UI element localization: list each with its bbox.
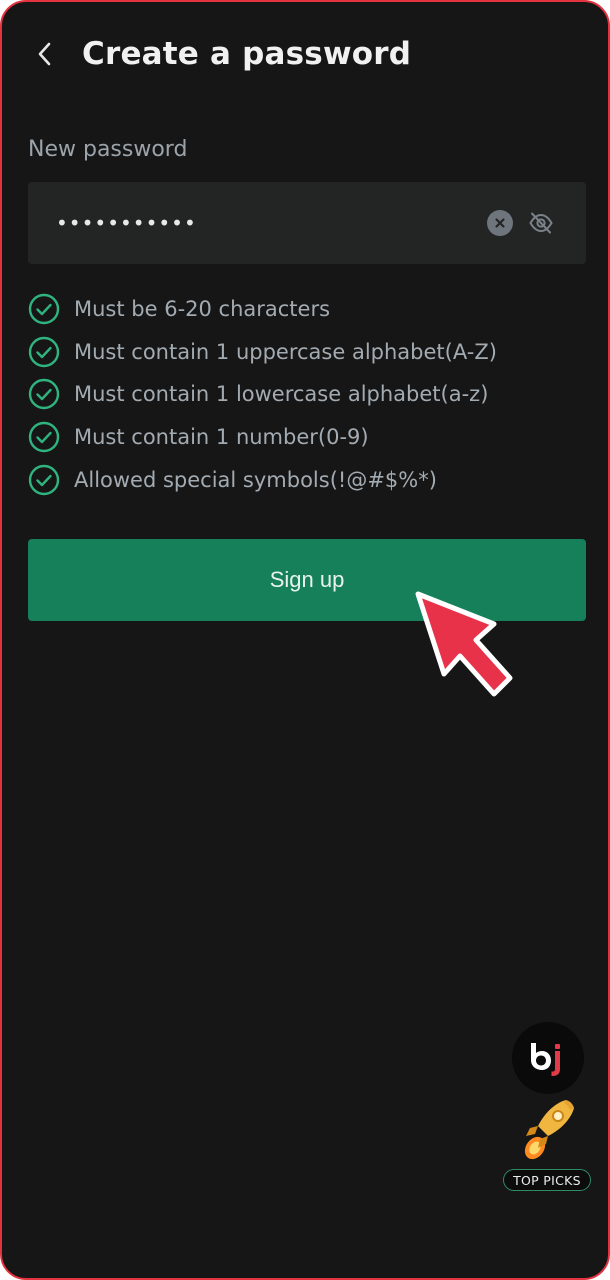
page-title: Create a password	[82, 36, 412, 72]
check-circle-icon	[28, 464, 60, 495]
chevron-left-icon	[38, 42, 51, 66]
password-label: New password	[28, 137, 188, 162]
brand-logo[interactable]	[512, 1022, 584, 1094]
rule-text: Allowed special symbols(!@#$%*)	[74, 467, 437, 492]
rocket-icon[interactable]	[518, 1096, 578, 1162]
back-button[interactable]	[28, 34, 62, 74]
clear-button[interactable]	[487, 210, 513, 236]
signup-label: Sign up	[269, 567, 345, 592]
top-picks-badge[interactable]: TOP PICKS	[503, 1169, 591, 1191]
rule-item: Must be 6-20 characters	[28, 288, 588, 331]
rule-item: Must contain 1 uppercase alphabet(A-Z)	[28, 331, 588, 374]
bj-logo	[531, 1043, 560, 1076]
check-circle-icon	[28, 336, 60, 368]
app-screen: Create a password New password Must be 6…	[0, 0, 610, 1280]
check-circle-icon	[28, 379, 60, 410]
header: Create a password	[2, 24, 608, 86]
close-icon	[495, 218, 505, 228]
check-circle-icon	[28, 294, 60, 325]
rule-text: Must be 6-20 characters	[74, 297, 331, 322]
rule-item: Allowed special symbols(!@#$%*)	[28, 458, 588, 501]
password-field[interactable]	[28, 182, 586, 264]
rule-text: Must contain 1 lowercase alphabet(a-z)	[74, 382, 489, 407]
rule-text: Must contain 1 uppercase alphabet(A-Z)	[74, 339, 497, 364]
top-picks-label: TOP PICKS	[513, 1172, 581, 1188]
password-rules: Must be 6-20 characters Must contain 1 u…	[28, 288, 588, 501]
toggle-visibility-button[interactable]	[527, 209, 555, 237]
rule-item: Must contain 1 lowercase alphabet(a-z)	[28, 373, 588, 416]
password-input[interactable]	[54, 206, 458, 240]
eye-off-icon	[529, 212, 553, 234]
rule-item: Must contain 1 number(0-9)	[28, 416, 588, 459]
rule-text: Must contain 1 number(0-9)	[74, 425, 369, 450]
check-circle-icon	[28, 421, 60, 453]
pointer-arrow-icon	[415, 591, 513, 697]
